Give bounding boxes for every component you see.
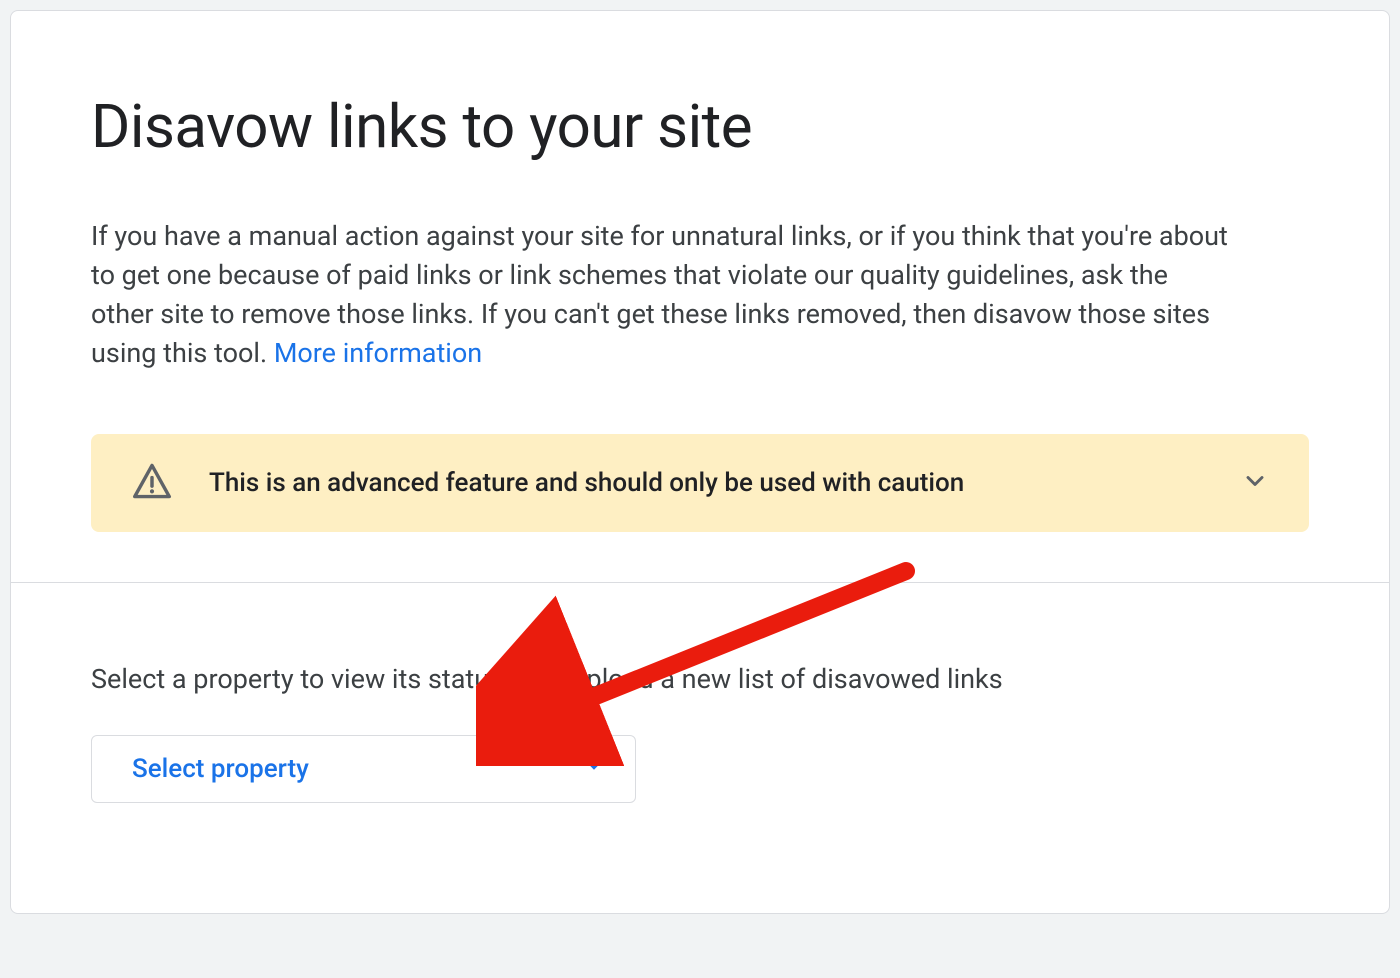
- dropdown-label: Select property: [132, 754, 309, 784]
- warning-text: This is an advanced feature and should o…: [209, 468, 1205, 498]
- page-title: Disavow links to your site: [91, 91, 1309, 162]
- disavow-card: Disavow links to your site If you have a…: [10, 10, 1390, 914]
- more-information-link[interactable]: More information: [274, 337, 482, 369]
- warning-triangle-icon: [131, 462, 173, 504]
- description-text: If you have a manual action against your…: [91, 217, 1231, 374]
- caret-down-icon: [583, 756, 605, 782]
- warning-banner[interactable]: This is an advanced feature and should o…: [91, 434, 1309, 532]
- lower-section: Select a property to view its status or …: [11, 583, 1389, 913]
- select-property-dropdown[interactable]: Select property: [91, 735, 636, 803]
- chevron-down-icon: [1241, 467, 1269, 499]
- upper-section: Disavow links to your site If you have a…: [11, 11, 1389, 582]
- description-body: If you have a manual action against your…: [91, 220, 1228, 369]
- property-instruction: Select a property to view its status or …: [91, 663, 1309, 695]
